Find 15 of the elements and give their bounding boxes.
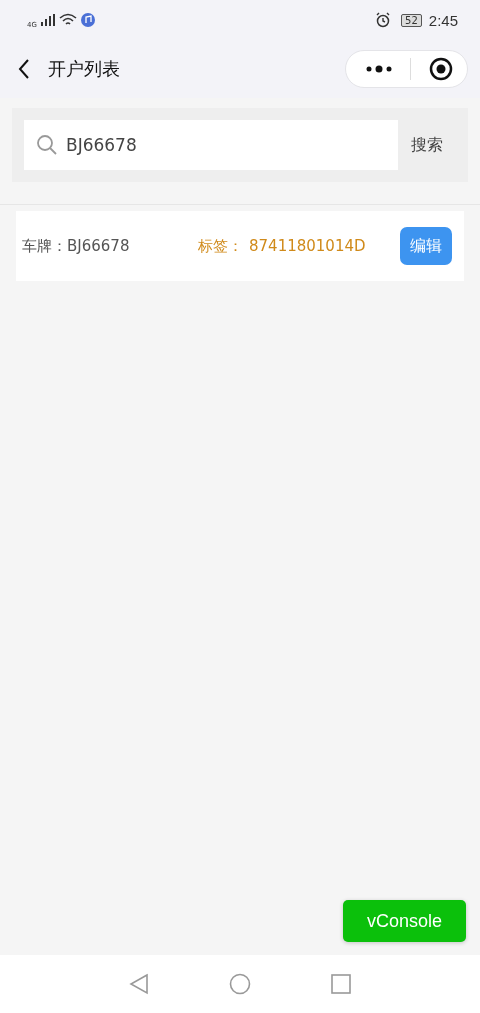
plate-number: 车牌：BJ66678 — [22, 236, 131, 256]
page-title: 开户列表 — [48, 57, 121, 81]
back-triangle-icon[interactable] — [129, 973, 149, 995]
wifi-icon — [58, 13, 77, 27]
tag-number: 87411801014D — [249, 237, 367, 255]
battery-indicator: 52 — [401, 13, 422, 27]
search-icon — [36, 134, 58, 156]
search-field[interactable]: BJ66678 — [24, 120, 398, 170]
tag-label: 标签： — [198, 236, 243, 256]
clock-time: 2:45 — [428, 11, 458, 29]
more-icon[interactable] — [366, 65, 392, 73]
back-icon[interactable] — [18, 58, 30, 80]
signal-icon — [40, 14, 55, 26]
alarm-icon — [375, 12, 392, 28]
home-circle-icon[interactable] — [229, 973, 251, 995]
